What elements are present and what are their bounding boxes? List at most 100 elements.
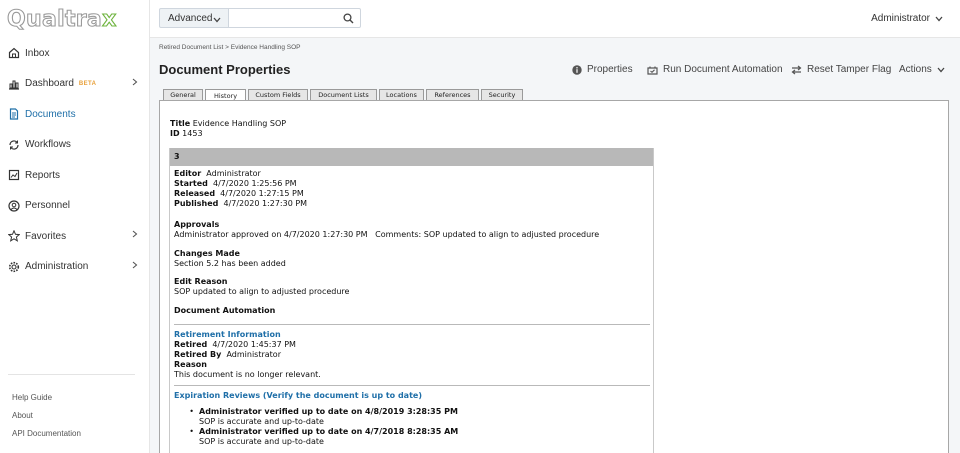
document-automation-section: Document Automation [174, 306, 275, 316]
edit-reason-section: Edit Reason SOP updated to align to adju… [174, 277, 349, 297]
user-menu[interactable]: Administrator [871, 13, 943, 24]
run-document-automation-button[interactable]: Run Document Automation [647, 64, 783, 75]
retirement-heading: Retirement Information [174, 330, 281, 339]
document-automation-label: Document Automation [174, 306, 276, 315]
editor-label: Editor [174, 169, 202, 178]
sidebar-item-dashboard[interactable]: Dashboard BETA [0, 69, 150, 100]
breadcrumb-root-link[interactable]: Retired Document List [159, 44, 223, 51]
expiration-heading: Expiration Reviews (Verify the document … [174, 391, 422, 400]
beta-badge: BETA [78, 80, 97, 87]
document-summary: Title Evidence Handling SOP ID 1453 [170, 119, 286, 139]
logo-text-x: x [102, 6, 117, 32]
tab-document-lists[interactable]: Document Lists [310, 89, 377, 100]
revision-details: Editor Administrator Started 4/7/2020 1:… [174, 169, 307, 209]
released-label: Released [174, 189, 216, 198]
sidebar-footer: Help Guide About API Documentation [12, 393, 81, 447]
retired-by-label: Retired By [174, 350, 222, 359]
tab-general[interactable]: General [163, 89, 203, 100]
actions-dropdown[interactable]: Actions [899, 64, 945, 75]
sidebar-item-label: Inbox [25, 47, 50, 59]
reset-tamper-label: Reset Tamper Flag [807, 64, 892, 75]
exchange-icon [791, 65, 802, 74]
sidebar-item-label: Personnel [25, 200, 71, 212]
retirement-section: Retirement Information Retired 4/7/2020 … [174, 330, 321, 380]
api-documentation-link[interactable]: API Documentation [12, 429, 81, 447]
list-item: • Administrator verified up to date on 4… [189, 427, 459, 446]
properties-label: Properties [587, 64, 633, 75]
sidebar-item-label: Workflows [25, 139, 71, 151]
sidebar-item-reports[interactable]: Reports [0, 160, 150, 191]
title-label: Title [170, 119, 191, 128]
approvals-label: Approvals [174, 220, 220, 229]
expiration-reviews-section: Expiration Reviews (Verify the document … [174, 391, 458, 447]
editor-value: Administrator [206, 169, 261, 178]
reset-tamper-flag-button[interactable]: Reset Tamper Flag [791, 64, 891, 75]
reports-icon [8, 169, 20, 181]
tab-references[interactable]: References [426, 89, 479, 100]
search-box [229, 8, 361, 28]
approval-text: Administrator approved on 4/7/2020 1:27:… [174, 230, 368, 239]
edit-reason-label: Edit Reason [174, 277, 228, 286]
sidebar-item-favorites[interactable]: Favorites [0, 221, 150, 252]
id-label: ID [170, 129, 180, 138]
gear-icon [8, 261, 20, 273]
personnel-icon [8, 200, 20, 212]
top-bar: Advanced Administrator [150, 0, 960, 38]
revision-number: 3 [170, 148, 653, 166]
chevron-down-icon [937, 67, 945, 72]
approvals-section: Approvals Administrator approved on 4/7/… [174, 220, 599, 240]
tab-security[interactable]: Security [481, 89, 523, 100]
retired-value: 4/7/2020 1:45:37 PM [212, 340, 296, 349]
released-value: 4/7/2020 1:27:15 PM [220, 189, 304, 198]
sidebar-item-documents[interactable]: Documents [0, 99, 150, 130]
changes-made-value: Section 5.2 has been added [174, 259, 286, 268]
help-guide-link[interactable]: Help Guide [12, 393, 81, 411]
divider [174, 324, 650, 325]
review-title: Administrator verified up to date on 4/7… [199, 427, 459, 436]
tab-bar: General History Custom Fields Document L… [163, 89, 525, 101]
sidebar: Qualtrax Inbox Dashboard BETA Documents [0, 0, 150, 453]
revision-history-entry: 3 Editor Administrator Started 4/7/2020 … [169, 148, 654, 453]
search-input[interactable] [229, 9, 329, 27]
run-automation-label: Run Document Automation [663, 64, 783, 75]
sidebar-item-workflows[interactable]: Workflows [0, 130, 150, 161]
review-note: SOP is accurate and up-to-date [199, 417, 324, 426]
document-id: 1453 [182, 129, 203, 138]
breadcrumb-current: Evidence Handling SOP [230, 44, 301, 51]
breadcrumb-separator: > [223, 44, 231, 51]
about-link[interactable]: About [12, 411, 81, 429]
review-title: Administrator verified up to date on 4/8… [199, 407, 458, 416]
search-mode-dropdown[interactable]: Advanced [159, 8, 229, 28]
retired-by-value: Administrator [226, 350, 281, 359]
chevron-down-icon [213, 15, 221, 26]
page-title: Document Properties [159, 62, 291, 77]
workflow-icon [8, 139, 20, 151]
reason-value: This document is no longer relevant. [174, 370, 321, 379]
chevron-right-icon [132, 230, 138, 241]
sidebar-divider [8, 374, 135, 375]
qualtrax-logo[interactable]: Qualtrax [6, 6, 117, 32]
properties-button[interactable]: Properties [572, 64, 633, 75]
info-icon [572, 64, 582, 75]
actions-label: Actions [899, 64, 932, 75]
chevron-down-icon [935, 16, 943, 21]
breadcrumb: Retired Document List > Evidence Handlin… [159, 44, 300, 51]
sidebar-nav: Inbox Dashboard BETA Documents Workflows [0, 38, 150, 282]
sidebar-item-personnel[interactable]: Personnel [0, 191, 150, 222]
inbox-icon [8, 47, 20, 59]
sidebar-item-inbox[interactable]: Inbox [0, 38, 150, 69]
review-note: SOP is accurate and up-to-date [199, 437, 324, 446]
search-icon[interactable] [343, 13, 354, 27]
document-title: Evidence Handling SOP [192, 119, 287, 128]
changes-made-section: Changes Made Section 5.2 has been added [174, 249, 286, 269]
sidebar-item-administration[interactable]: Administration [0, 252, 150, 283]
divider [174, 385, 650, 386]
tab-custom-fields[interactable]: Custom Fields [248, 89, 308, 100]
document-icon [8, 108, 20, 120]
tab-locations[interactable]: Locations [379, 89, 424, 100]
sidebar-item-label: Documents [25, 108, 76, 120]
sidebar-item-label: Reports [25, 169, 61, 181]
search-mode-label: Advanced [168, 12, 213, 24]
sidebar-item-label: Dashboard [25, 78, 74, 90]
approval-comments: Comments: SOP updated to align to adjust… [375, 230, 600, 239]
